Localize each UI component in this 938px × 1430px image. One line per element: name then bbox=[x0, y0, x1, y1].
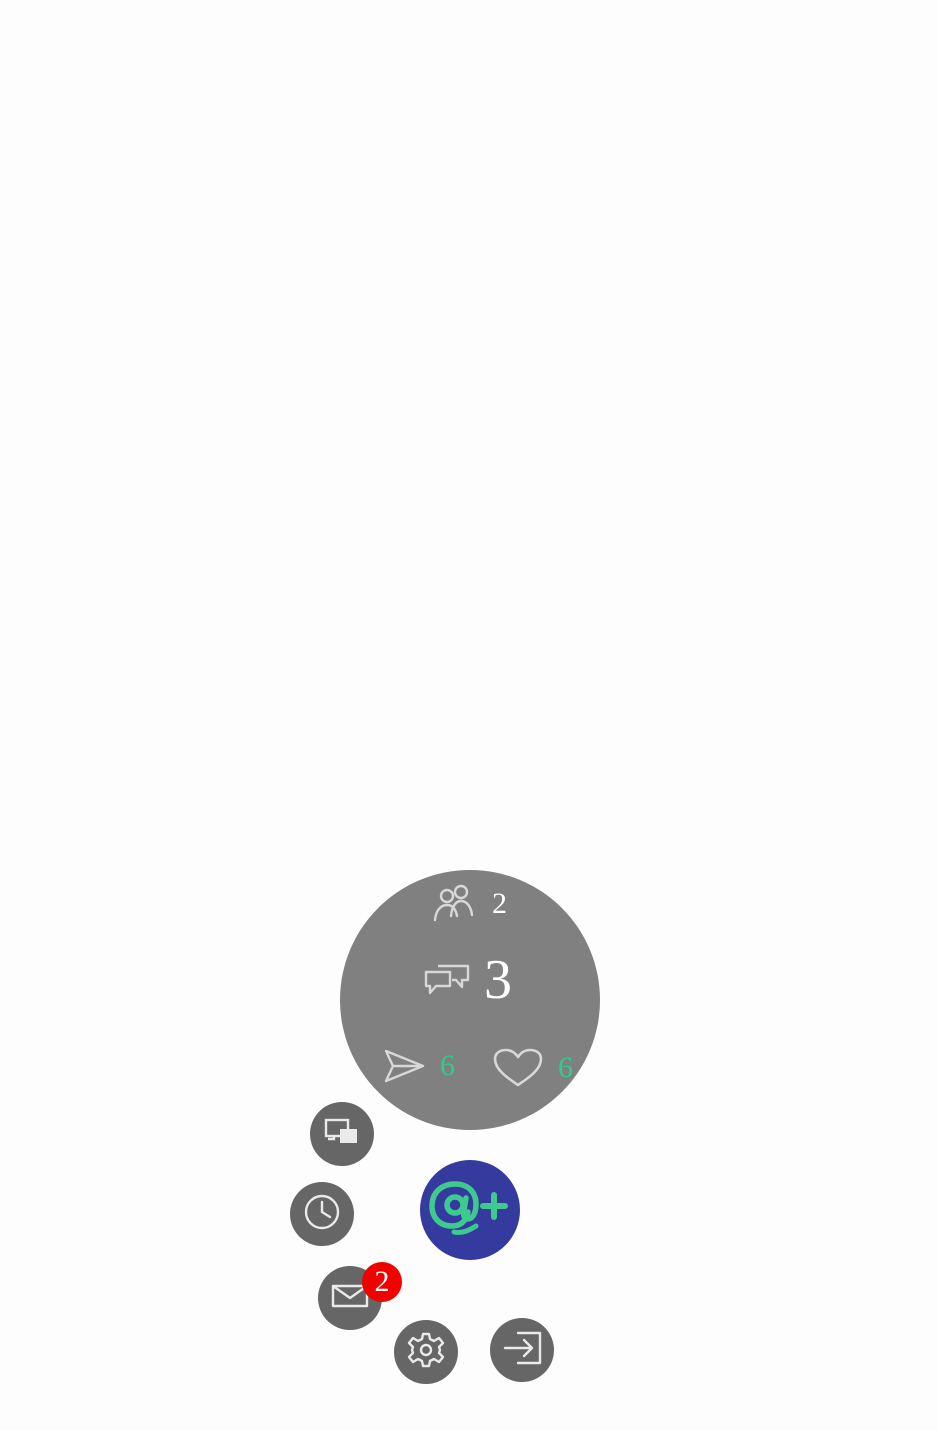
widget-stage: 2 3 6 6 2 bbox=[0, 0, 938, 1430]
liked-stat: 6 bbox=[492, 1048, 573, 1088]
people-count: 2 bbox=[492, 887, 507, 920]
exit-icon bbox=[502, 1331, 542, 1370]
windows-button[interactable] bbox=[310, 1102, 374, 1166]
windows-icon bbox=[324, 1117, 360, 1152]
main-menu-button[interactable] bbox=[420, 1160, 520, 1260]
people-stat: 2 bbox=[432, 884, 507, 924]
send-icon bbox=[384, 1048, 426, 1084]
history-button[interactable] bbox=[290, 1182, 354, 1246]
sent-count: 6 bbox=[440, 1049, 455, 1082]
stats-panel: 2 3 6 6 bbox=[340, 870, 600, 1130]
chats-count: 3 bbox=[484, 949, 512, 1011]
chats-icon bbox=[424, 962, 470, 998]
heart-icon bbox=[492, 1048, 544, 1088]
at-plus-icon bbox=[424, 1176, 516, 1245]
sent-stat: 6 bbox=[384, 1048, 455, 1084]
mail-unread-badge: 2 bbox=[362, 1262, 402, 1302]
chats-stat: 3 bbox=[424, 952, 512, 1008]
clock-icon bbox=[303, 1193, 341, 1236]
settings-button[interactable] bbox=[394, 1320, 458, 1384]
people-icon bbox=[432, 884, 476, 924]
logout-button[interactable] bbox=[490, 1318, 554, 1382]
liked-count: 6 bbox=[558, 1051, 573, 1084]
gear-icon bbox=[407, 1331, 445, 1374]
